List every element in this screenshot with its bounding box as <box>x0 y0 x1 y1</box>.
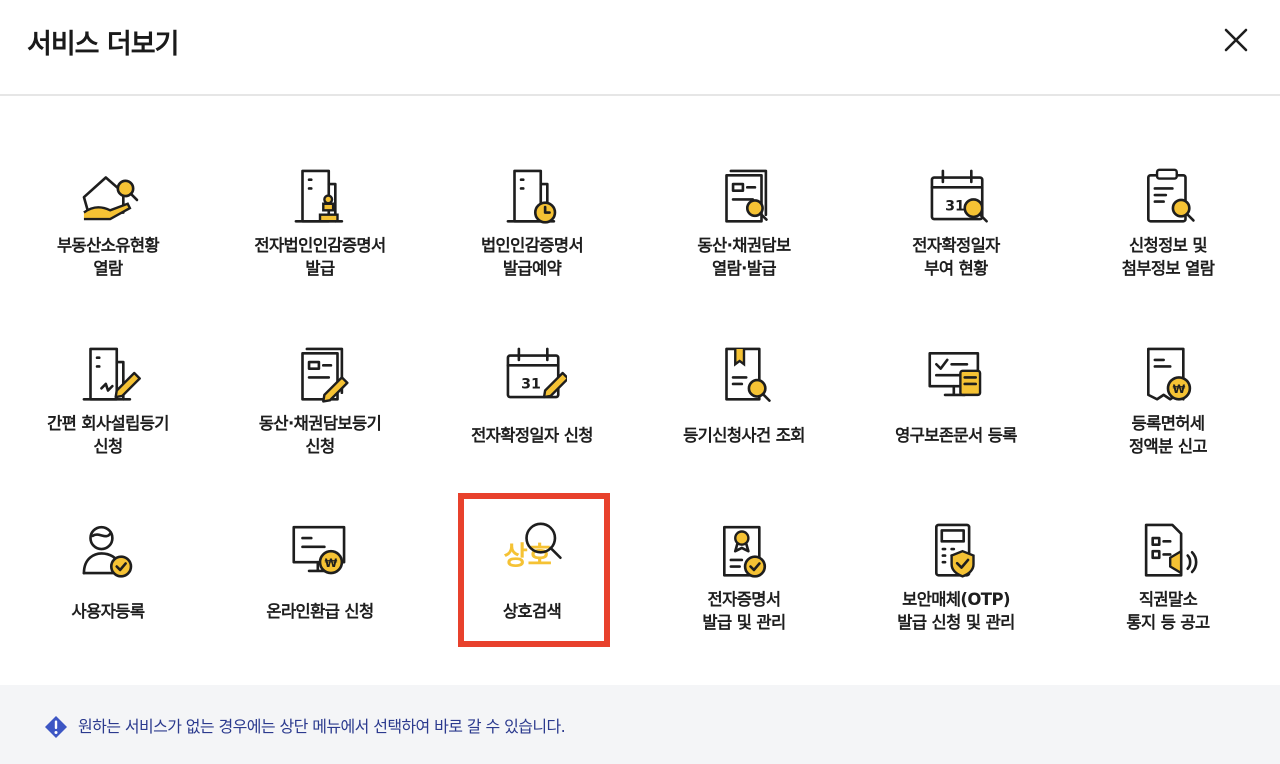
service-tile-label: 전자확정일자 신청 <box>426 424 638 447</box>
service-tile-movable-collateral-view[interactable]: 동산·채권담보열람·발급 <box>638 160 850 310</box>
service-tile-label-line: 열람 <box>93 259 123 278</box>
service-tile-label: 사용자등록 <box>2 600 214 623</box>
service-tile-label: 동산·채권담보등기신청 <box>214 412 426 458</box>
service-tile-label: 등록면허세정액분 신고 <box>1062 412 1274 458</box>
exclamation-diamond-icon <box>45 716 67 738</box>
calendar-pen-icon: 31 <box>497 338 570 408</box>
service-tile-label-line: 부여 현황 <box>924 259 988 278</box>
service-tile-label-line: 법인인감증명서 <box>480 236 584 255</box>
svg-text:31: 31 <box>945 198 965 214</box>
user-check-icon <box>73 514 143 584</box>
service-tile-seal-cert-reservation[interactable]: 법인인감증명서발급예약 <box>426 160 638 310</box>
service-tile-online-refund[interactable]: ₩ 온라인환급 신청 <box>214 514 426 664</box>
clipboard-search-icon <box>1133 160 1203 230</box>
service-tile-movable-collateral-registration[interactable]: 동산·채권담보등기신청 <box>214 338 426 488</box>
service-tile-label-line: 상호검색 <box>502 602 562 621</box>
service-tile-label-line: 발급 및 관리 <box>702 613 786 632</box>
otp-shield-icon <box>921 514 991 584</box>
service-tile-label-line: 등록면허세 <box>1131 414 1206 433</box>
service-tile-label-line: 부동산소유현황 <box>56 236 160 255</box>
service-tile-fixed-date-application[interactable]: 31 전자확정일자 신청 <box>426 338 638 488</box>
service-tile-fixed-date-status[interactable]: 31 전자확정일자부여 현황 <box>850 160 1062 310</box>
notice-text: 원하는 서비스가 없는 경우에는 상단 메뉴에서 선택하여 바로 갈 수 있습니… <box>78 717 566 736</box>
service-tile-label-line: 전자확정일자 신청 <box>471 426 593 445</box>
service-tile-label-line: 정액분 신고 <box>1128 437 1208 456</box>
service-tile-label-line: 발급 신청 및 관리 <box>897 613 1015 632</box>
service-tile-user-registration[interactable]: 사용자등록 <box>2 514 214 664</box>
bookmark-search-icon <box>709 338 779 408</box>
monitor-won-icon: ₩ <box>285 514 355 584</box>
certificate-check-icon <box>709 514 779 584</box>
svg-text:₩: ₩ <box>325 556 338 570</box>
service-tile-label-line: 전자확정일자 <box>912 236 1000 255</box>
service-tile-label-line: 동산·채권담보 <box>697 236 791 255</box>
service-tile-trade-name-search[interactable]: 상호상호검색 <box>426 514 638 664</box>
service-grid: 부동산소유현황 열람 전자법인인감증명서 발급 법인인감증명서 발급예약 동산·채권담보 열람… <box>0 96 1280 684</box>
service-tile-e-certificate[interactable]: 전자증명서발급 및 관리 <box>638 514 850 664</box>
service-tile-label-line: 발급예약 <box>502 259 562 278</box>
service-tile-label: 등기신청사건 조회 <box>638 424 850 447</box>
building-clock-icon <box>497 160 567 230</box>
service-tile-label-line: 신청 <box>93 437 123 456</box>
document-search-icon <box>709 160 779 230</box>
service-tile-label-line: 영구보존문서 등록 <box>895 426 1017 445</box>
service-tile-label-line: 간편 회사설립등기 <box>47 414 169 433</box>
service-tile-label-line: 신청정보 및 <box>1128 236 1208 255</box>
service-tile-dismissal-notice[interactable]: 직권말소통지 등 공고 <box>1062 514 1274 664</box>
service-tile-registration-license-tax[interactable]: ₩ 등록면허세정액분 신고 <box>1062 338 1274 488</box>
service-tile-label: 신청정보 및첨부정보 열람 <box>1062 234 1274 280</box>
service-tile-label: 법인인감증명서발급예약 <box>426 234 638 280</box>
monitor-scroll-icon <box>921 338 991 408</box>
service-tile-label: 전자확정일자부여 현황 <box>850 234 1062 280</box>
service-tile-label: 전자법인인감증명서발급 <box>214 234 426 280</box>
service-tile-label-line: 등기신청사건 조회 <box>683 426 805 445</box>
modal-title: 서비스 더보기 <box>27 29 179 60</box>
service-tile-corporate-seal-cert[interactable]: 전자법인인감증명서발급 <box>214 160 426 310</box>
document-pen-icon <box>285 338 355 408</box>
document-megaphone-icon <box>1133 514 1203 584</box>
close-icon <box>1224 28 1248 52</box>
service-tile-label: 간편 회사설립등기신청 <box>2 412 214 458</box>
service-tile-permanent-document-registration[interactable]: 영구보존문서 등록 <box>850 338 1062 488</box>
service-tile-label-line: 열람·발급 <box>712 259 777 278</box>
service-tile-label-line: 전자법인인감증명서 <box>254 236 386 255</box>
service-tile-label-line: 첨부정보 열람 <box>1121 259 1215 278</box>
service-tile-label-line: 신청 <box>305 437 335 456</box>
service-tile-label: 영구보존문서 등록 <box>850 424 1062 447</box>
building-stamp-icon <box>285 160 355 230</box>
service-tile-label-line: 온라인환급 신청 <box>266 602 374 621</box>
service-tile-application-info-view[interactable]: 신청정보 및첨부정보 열람 <box>1062 160 1274 310</box>
modal-header: 서비스 더보기 <box>0 0 1280 96</box>
service-tile-label-line: 직권말소 <box>1138 590 1198 609</box>
service-tile-label: 동산·채권담보열람·발급 <box>638 234 850 280</box>
service-tile-simple-incorporation[interactable]: 간편 회사설립등기신청 <box>2 338 214 488</box>
svg-text:31: 31 <box>521 376 541 392</box>
service-tile-label: 상호검색 <box>426 600 638 623</box>
service-tile-label: 직권말소통지 등 공고 <box>1062 588 1274 634</box>
service-tile-label: 온라인환급 신청 <box>214 600 426 623</box>
service-tile-security-otp[interactable]: 보안매체(OTP) 발급 신청 및 관리 <box>850 514 1062 664</box>
service-tile-real-estate-ownership[interactable]: 부동산소유현황열람 <box>2 160 214 310</box>
service-tile-label-line: 사용자등록 <box>71 602 146 621</box>
calendar-search-icon: 31 <box>921 160 991 230</box>
close-button[interactable] <box>1218 22 1254 58</box>
trade-name-search-icon: 상호 <box>497 514 567 584</box>
service-tile-registration-case-lookup[interactable]: 등기신청사건 조회 <box>638 338 850 488</box>
building-pen-icon <box>73 338 143 408</box>
service-tile-label-line: 전자증명서 <box>707 590 782 609</box>
svg-text:₩: ₩ <box>1173 382 1186 396</box>
service-tile-label-line: 통지 등 공고 <box>1126 613 1210 632</box>
service-tile-label: 보안매체(OTP) 발급 신청 및 관리 <box>850 588 1062 634</box>
service-tile-label-line: 발급 <box>305 259 335 278</box>
receipt-won-icon: ₩ <box>1133 338 1203 408</box>
service-tile-label: 부동산소유현황열람 <box>2 234 214 280</box>
service-tile-label-line: 동산·채권담보등기 <box>258 414 382 433</box>
service-tile-label-line: 보안매체(OTP) <box>902 590 1010 609</box>
house-search-icon <box>73 160 143 230</box>
service-tile-label: 전자증명서발급 및 관리 <box>638 588 850 634</box>
